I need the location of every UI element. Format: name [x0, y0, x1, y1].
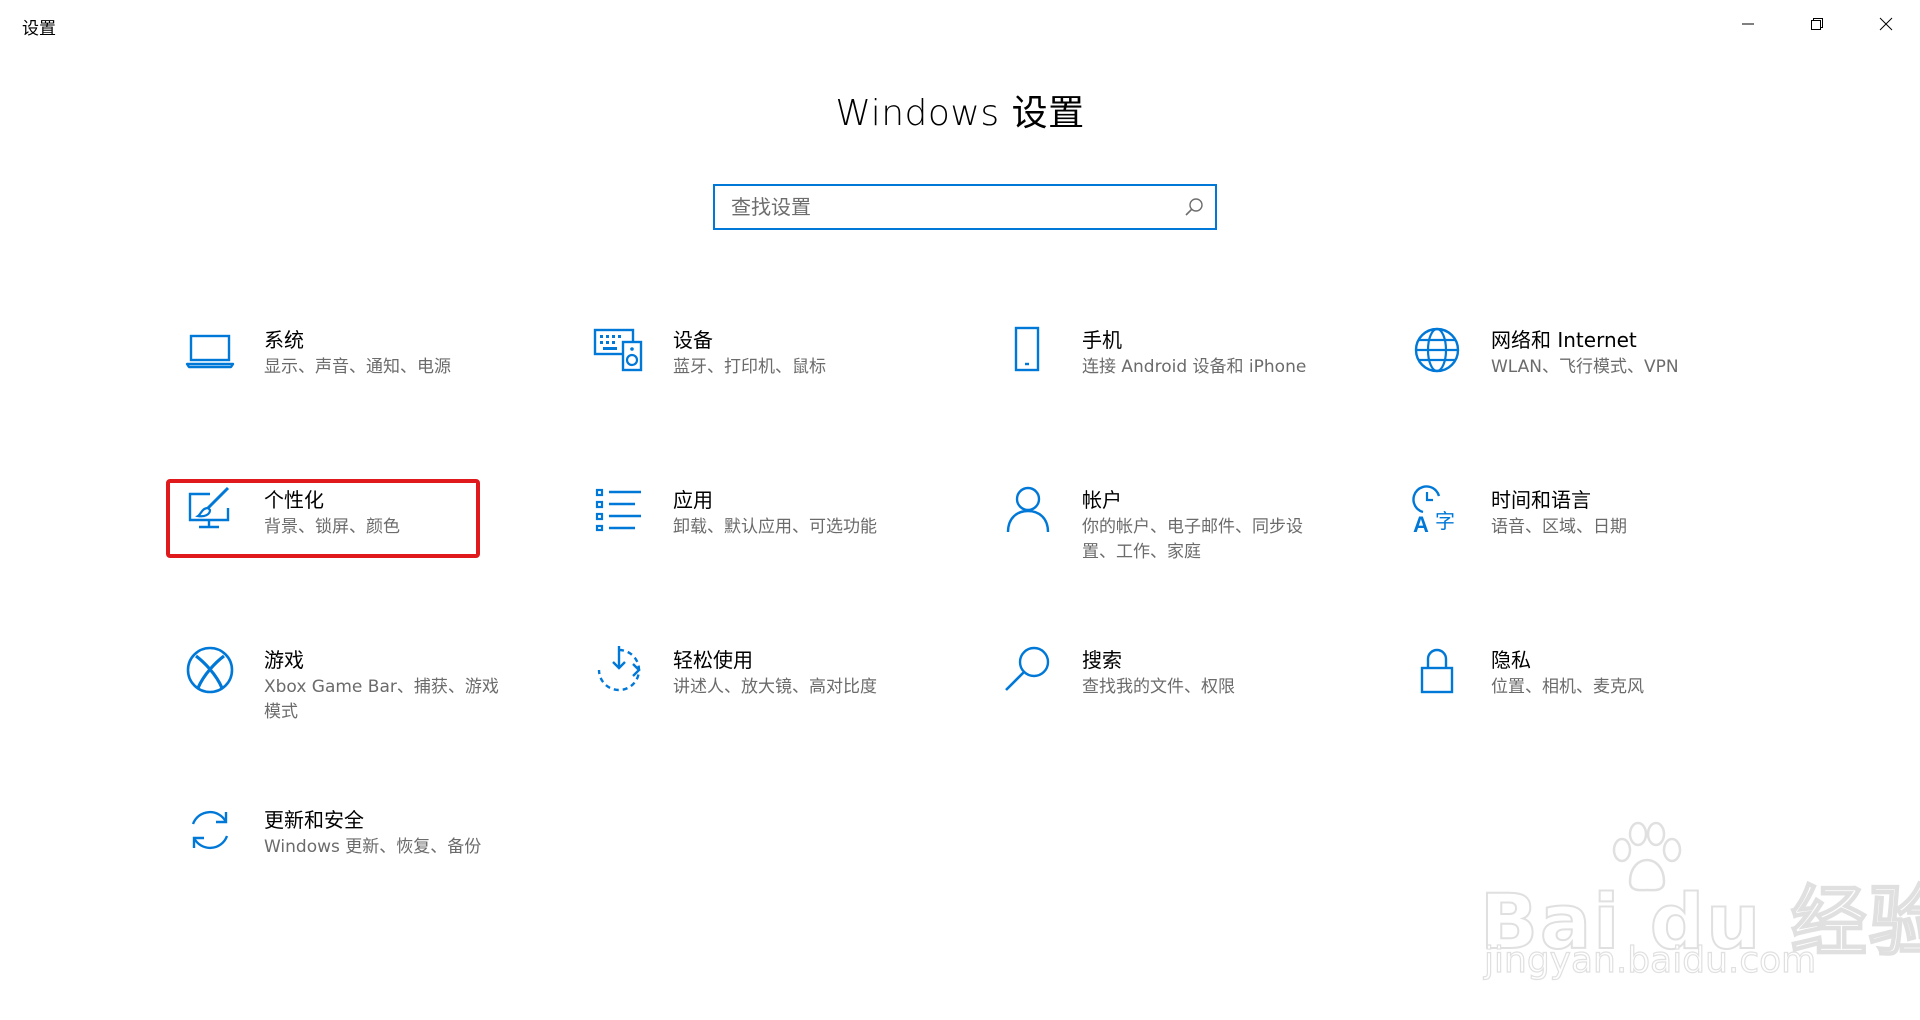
- tile-title: 轻松使用: [673, 648, 753, 672]
- phone-icon: [1000, 322, 1056, 378]
- tile-gaming[interactable]: 游戏 Xbox Game Bar、捕获、游戏模式: [182, 642, 512, 752]
- tile-devices[interactable]: 设备 蓝牙、打印机、鼠标: [591, 322, 921, 432]
- globe-icon: [1409, 322, 1465, 378]
- minimize-icon: [1741, 23, 1754, 25]
- tile-title: 隐私: [1491, 648, 1531, 672]
- person-icon: [1000, 482, 1056, 538]
- tile-title: 时间和语言: [1491, 488, 1591, 512]
- tile-description: 你的帐户、电子邮件、同步设置、工作、家庭: [1082, 517, 1303, 562]
- tile-accounts[interactable]: 帐户 你的帐户、电子邮件、同步设置、工作、家庭: [1000, 482, 1330, 592]
- sync-arrows-icon: [182, 802, 238, 858]
- restore-icon: [1810, 18, 1823, 30]
- tile-description: 蓝牙、打印机、鼠标: [673, 357, 826, 377]
- settings-window: 设置 Windows 设置 系统 显示、声音、通知、电源: [0, 0, 1920, 1020]
- tile-description: 位置、相机、麦克风: [1491, 677, 1644, 697]
- tile-description: 显示、声音、通知、电源: [264, 357, 451, 377]
- tile-title: 手机: [1082, 328, 1122, 352]
- tile-description: 卸载、默认应用、可选功能: [673, 517, 877, 537]
- tile-update-security[interactable]: 更新和安全 Windows 更新、恢复、备份: [182, 802, 512, 912]
- devices-icon: [591, 322, 647, 378]
- ease-of-access-icon: [591, 642, 647, 698]
- tile-description: 讲述人、放大镜、高对比度: [673, 677, 877, 697]
- tile-title: 游戏: [264, 648, 304, 672]
- tile-title: 搜索: [1082, 648, 1122, 672]
- tile-description: WLAN、飞行模式、VPN: [1491, 357, 1679, 377]
- magnifier-icon: [1000, 642, 1056, 698]
- close-button[interactable]: [1851, 0, 1920, 48]
- time-language-icon: A字: [1409, 482, 1465, 538]
- page-title: Windows 设置: [835, 93, 1085, 134]
- tile-title: 个性化: [264, 488, 324, 512]
- tile-system[interactable]: 系统 显示、声音、通知、电源: [182, 322, 512, 432]
- tile-description: 连接 Android 设备和 iPhone: [1082, 357, 1307, 377]
- app-list-icon: [591, 482, 647, 538]
- tile-title: 网络和 Internet: [1491, 328, 1637, 352]
- restore-button[interactable]: [1782, 0, 1851, 48]
- tile-title: 系统: [264, 328, 304, 352]
- search-icon[interactable]: [1183, 196, 1205, 218]
- tile-title: 更新和安全: [264, 808, 364, 832]
- app-title: 设置: [22, 19, 56, 39]
- tile-description: Xbox Game Bar、捕获、游戏模式: [264, 677, 499, 722]
- settings-grid: 系统 显示、声音、通知、电源 设备 蓝牙、打印机、鼠标 手机 连接 Androi…: [182, 322, 1802, 882]
- window-controls: [1713, 0, 1920, 48]
- xbox-icon: [182, 642, 238, 698]
- tile-description: 背景、锁屏、颜色: [264, 517, 400, 537]
- tile-title: 帐户: [1082, 488, 1122, 512]
- lock-icon: [1409, 642, 1465, 698]
- tile-privacy[interactable]: 隐私 位置、相机、麦克风: [1409, 642, 1739, 752]
- tile-apps[interactable]: 应用 卸载、默认应用、可选功能: [591, 482, 921, 592]
- search-input[interactable]: [715, 186, 1171, 228]
- tile-description: 语音、区域、日期: [1491, 517, 1627, 537]
- tile-phone[interactable]: 手机 连接 Android 设备和 iPhone: [1000, 322, 1330, 432]
- tile-network[interactable]: 网络和 Internet WLAN、飞行模式、VPN: [1409, 322, 1739, 432]
- minimize-button[interactable]: [1713, 0, 1782, 48]
- search-box[interactable]: [713, 184, 1217, 230]
- tile-title: 应用: [673, 488, 713, 512]
- tile-description: 查找我的文件、权限: [1082, 677, 1235, 697]
- svg-text:字: 字: [1435, 509, 1455, 533]
- close-icon: [1879, 17, 1892, 31]
- title-bar: 设置: [0, 0, 1920, 48]
- watermark-url: jingyan.baidu.com: [1483, 939, 1817, 981]
- laptop-icon: [182, 322, 238, 378]
- svg-text:A: A: [1413, 512, 1429, 537]
- tile-personalization[interactable]: 个性化 背景、锁屏、颜色: [182, 482, 512, 592]
- baidu-watermark: Bai du 经验 jingyan.baidu.com: [1479, 820, 1920, 982]
- tile-title: 设备: [673, 328, 713, 352]
- tile-time-language[interactable]: A字 时间和语言 语音、区域、日期: [1409, 482, 1739, 592]
- tile-description: Windows 更新、恢复、备份: [264, 837, 482, 857]
- tile-ease-of-access[interactable]: 轻松使用 讲述人、放大镜、高对比度: [591, 642, 921, 752]
- tile-search[interactable]: 搜索 查找我的文件、权限: [1000, 642, 1330, 752]
- paint-brush-monitor-icon: [182, 482, 238, 538]
